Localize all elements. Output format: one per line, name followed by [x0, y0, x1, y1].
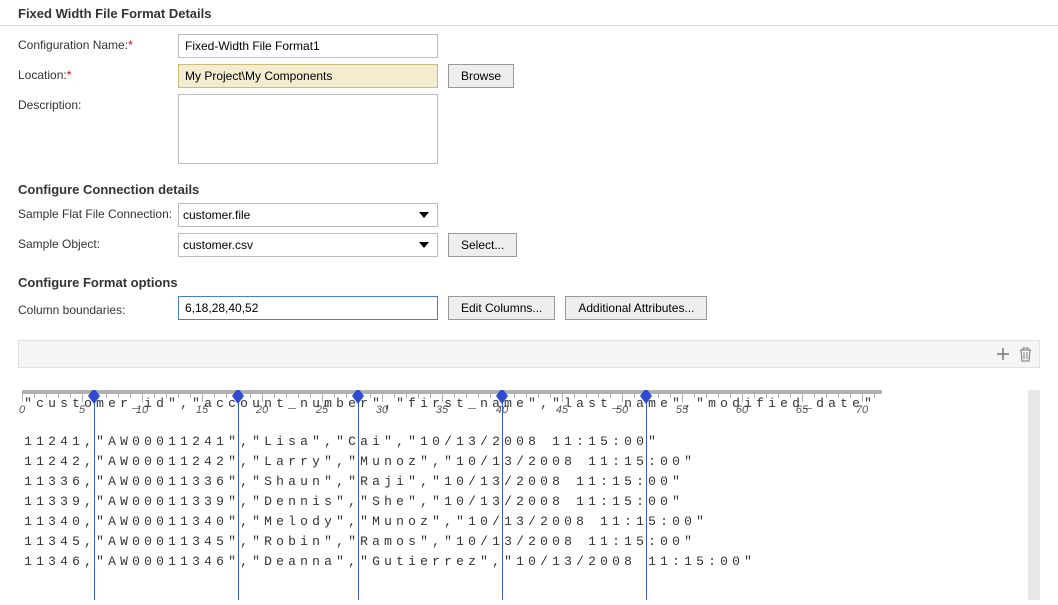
column-boundaries-input[interactable] — [178, 296, 438, 320]
add-icon[interactable] — [995, 346, 1011, 362]
browse-button[interactable]: Browse — [448, 64, 514, 88]
boundary-marker[interactable] — [352, 390, 364, 404]
trash-icon[interactable] — [1017, 346, 1033, 362]
additional-attributes-button[interactable]: Additional Attributes... — [565, 296, 707, 320]
sample-obj-select[interactable]: customer.csv — [178, 233, 438, 257]
description-textarea[interactable] — [178, 94, 438, 164]
preview-data-row: 11346,"AW00011346","Deanna","Gutierrez",… — [22, 554, 1028, 574]
boundary-marker[interactable] — [640, 390, 652, 404]
preview-data-row: 11345,"AW00011345","Robin","Ramos","10/1… — [22, 534, 1028, 554]
label-col-bounds: Column boundaries: — [18, 299, 178, 317]
boundary-marker[interactable] — [496, 390, 508, 404]
preview-toolbar — [18, 340, 1040, 368]
section-title-connection: Configure Connection details — [0, 176, 1058, 201]
label-location: Location:* — [18, 64, 178, 82]
select-button[interactable]: Select... — [448, 233, 517, 257]
label-description: Description: — [18, 94, 178, 112]
label-sample-conn: Sample Flat File Connection: — [18, 203, 178, 221]
preview-data-row: 11241,"AW00011241","Lisa","Cai","10/13/2… — [22, 434, 1028, 454]
section-title-format: Configure Format options — [0, 269, 1058, 294]
preview-data-row: 11339,"AW00011339","Dennis","She","10/13… — [22, 494, 1028, 514]
boundary-marker[interactable] — [88, 390, 100, 404]
label-sample-obj: Sample Object: — [18, 233, 178, 251]
edit-columns-button[interactable]: Edit Columns... — [448, 296, 555, 320]
location-input[interactable] — [178, 64, 438, 88]
boundary-marker[interactable] — [232, 390, 244, 404]
fixed-width-preview[interactable]: 0510152025303540455055606570 "customer_i… — [18, 390, 1040, 600]
preview-data-row: 11242,"AW00011242","Larry","Munoz","10/1… — [22, 454, 1028, 474]
preview-data-row: 11336,"AW00011336","Shaun","Raji","10/13… — [22, 474, 1028, 494]
section-title-details: Fixed Width File Format Details — [0, 0, 1058, 26]
sample-conn-select[interactable]: customer.file — [178, 203, 438, 227]
config-name-input[interactable] — [178, 34, 438, 58]
preview-data-row: 11340,"AW00011340","Melody","Munoz","10/… — [22, 514, 1028, 534]
label-config-name: Configuration Name:* — [18, 34, 178, 52]
